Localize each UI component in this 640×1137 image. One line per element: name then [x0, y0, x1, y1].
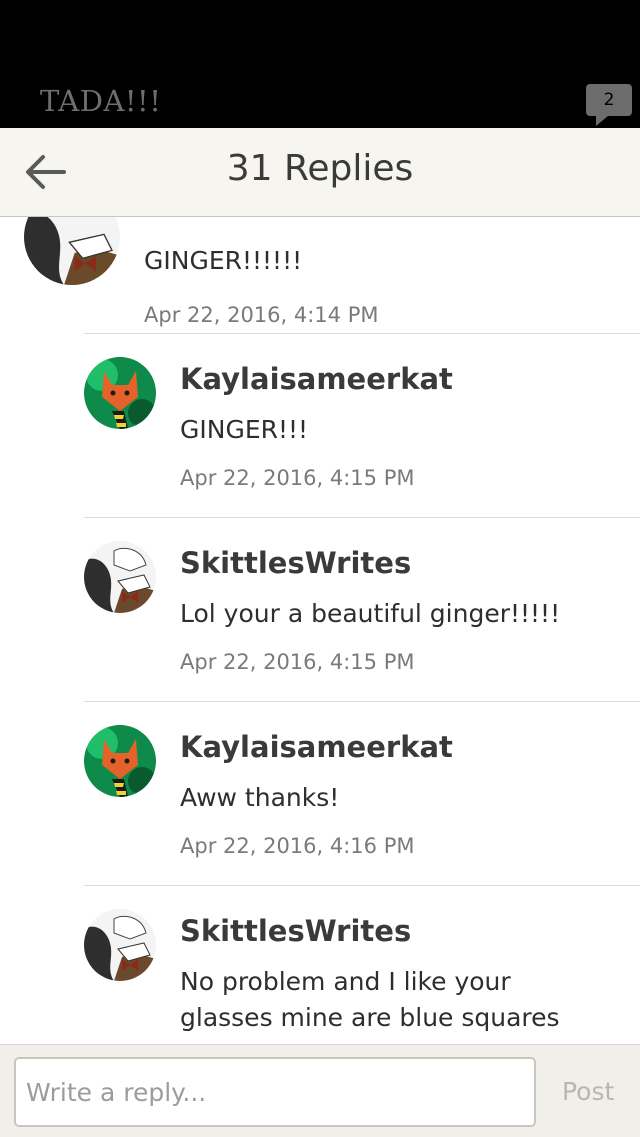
- reply-input[interactable]: [14, 1057, 536, 1127]
- dog-avatar-icon: [84, 909, 156, 981]
- divider: [84, 333, 640, 334]
- avatar[interactable]: [84, 909, 156, 981]
- comment-timestamp: Apr 22, 2016, 4:15 PM: [180, 650, 415, 674]
- comment-author[interactable]: Kaylaisameerkat: [180, 362, 453, 396]
- page-title: 31 Replies: [226, 148, 414, 189]
- comment-body: Aww thanks!: [180, 783, 340, 812]
- comment-author[interactable]: SkittlesWrites: [180, 914, 411, 948]
- comment-timestamp: Apr 22, 2016, 4:16 PM: [180, 834, 415, 858]
- comment-author[interactable]: Kaylaisameerkat: [180, 730, 453, 764]
- avatar[interactable]: [84, 725, 156, 797]
- comment-timestamp: Apr 22, 2016, 4:14 PM: [144, 303, 379, 327]
- reply-composer: Post: [0, 1044, 640, 1137]
- replies-list[interactable]: GINGER!!!!!! Apr 22, 2016, 4:14 PM Kayla…: [0, 217, 640, 1044]
- comment-body: Lol your a beautiful ginger!!!!!: [180, 599, 561, 628]
- dog-avatar-icon: [84, 541, 156, 613]
- divider: [84, 517, 640, 518]
- story-top-bar: TADA!!! 2: [0, 0, 640, 128]
- comment-body: GINGER!!!: [180, 415, 309, 444]
- story-title[interactable]: TADA!!!: [40, 84, 161, 118]
- fox-avatar-icon: [84, 725, 156, 797]
- comment-author[interactable]: SkittlesWrites: [180, 546, 411, 580]
- dog-avatar-icon: [24, 217, 120, 285]
- post-button[interactable]: Post: [562, 1077, 614, 1106]
- avatar[interactable]: [84, 541, 156, 613]
- avatar[interactable]: [24, 217, 120, 285]
- fox-avatar-icon: [84, 357, 156, 429]
- replies-header: 31 Replies: [0, 128, 640, 217]
- comment-count-icon[interactable]: 2: [586, 84, 632, 126]
- divider: [84, 701, 640, 702]
- avatar[interactable]: [84, 357, 156, 429]
- divider: [84, 885, 640, 886]
- comment-body: GINGER!!!!!!: [144, 246, 303, 275]
- comment-body: No problem and I like your glasses mine …: [180, 967, 560, 1032]
- comment-timestamp: Apr 22, 2016, 4:15 PM: [180, 466, 415, 490]
